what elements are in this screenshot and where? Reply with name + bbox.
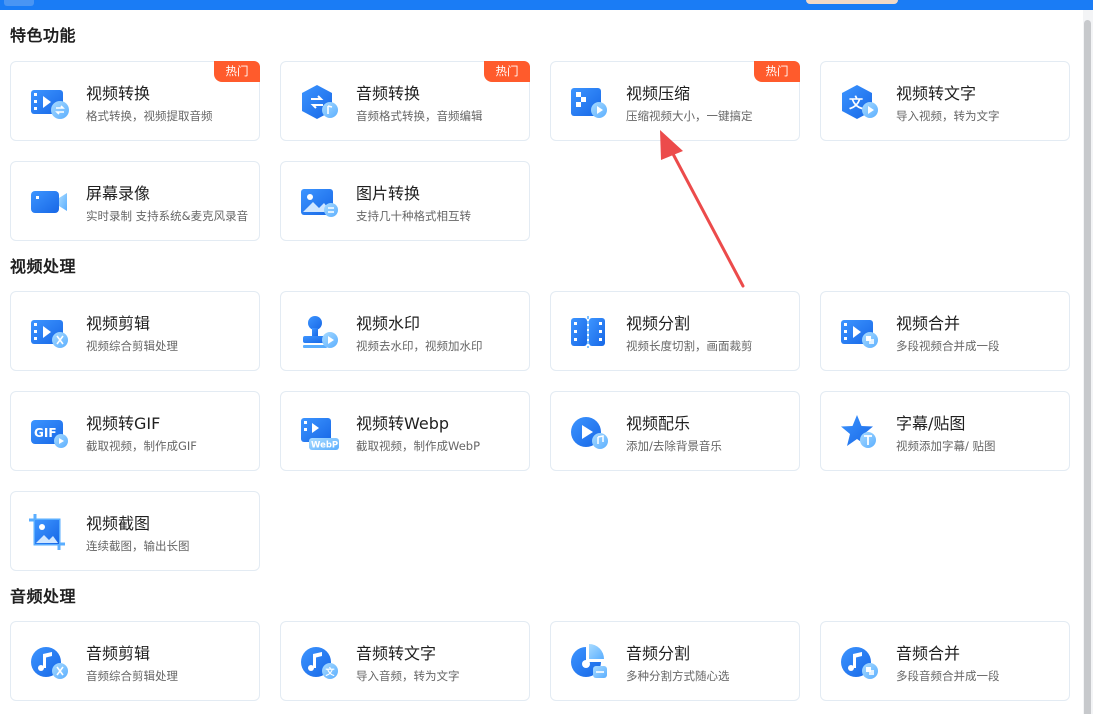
- title-bar-pill[interactable]: [806, 0, 898, 4]
- scrollbar-thumb[interactable]: [1084, 20, 1091, 714]
- card-desc: 添加/去除背景音乐: [626, 439, 722, 453]
- card-name: 视频配乐: [626, 414, 691, 433]
- card-name: 视频截图: [86, 514, 151, 533]
- card-video-gif[interactable]: GIF 视频转GIF 截取视频，制作成GIF: [10, 391, 260, 471]
- text-hexagon-icon: 文: [837, 82, 881, 122]
- card-video-convert[interactable]: 视频转换 格式转换，视频提取音频 热门: [10, 61, 260, 141]
- section-title-featured: 特色功能: [10, 26, 77, 45]
- card-video-music[interactable]: 视频配乐 添加/去除背景音乐: [550, 391, 800, 471]
- card-desc: 音频综合剪辑处理: [86, 669, 178, 683]
- camera-icon: [27, 182, 71, 222]
- card-desc: 视频添加字幕/ 贴图: [896, 439, 996, 453]
- card-name: 视频合并: [896, 314, 961, 333]
- card-name: 字幕/贴图: [896, 414, 966, 433]
- card-name: 图片转换: [356, 184, 421, 203]
- card-desc: 音频格式转换，音频编辑: [356, 109, 483, 123]
- film-convert-icon: [27, 82, 71, 122]
- card-screen-record[interactable]: 屏幕录像 实时录制 支持系统&麦克风录音: [10, 161, 260, 241]
- card-name: 音频分割: [626, 644, 691, 663]
- card-image-convert[interactable]: 图片转换 支持几十种格式相互转: [280, 161, 530, 241]
- card-desc: 导入视频，转为文字: [896, 109, 1000, 123]
- music-text-icon: 文: [297, 642, 341, 682]
- image-icon: [297, 182, 341, 222]
- card-desc: 格式转换，视频提取音频: [86, 109, 213, 123]
- card-audio-merge[interactable]: 音频合并 多段音频合并成一段: [820, 621, 1070, 701]
- card-video-merge[interactable]: 视频合并 多段视频合并成一段: [820, 291, 1070, 371]
- card-desc: 多段视频合并成一段: [896, 339, 1000, 353]
- compress-icon: [567, 82, 611, 122]
- card-desc: 视频去水印，视频加水印: [356, 339, 483, 353]
- card-desc: 多种分割方式随心选: [626, 669, 730, 683]
- card-audio-split[interactable]: 音频分割 多种分割方式随心选: [550, 621, 800, 701]
- card-desc: 支持几十种格式相互转: [356, 209, 471, 223]
- card-name: 视频转Webp: [356, 414, 450, 433]
- svg-text:文: 文: [849, 95, 864, 112]
- star-text-icon: [837, 412, 881, 452]
- section-title-audio: 音频处理: [10, 587, 77, 606]
- title-bar-logo: [4, 0, 34, 6]
- card-name: 视频压缩: [626, 84, 691, 103]
- film-scissors-icon: [27, 312, 71, 352]
- section-title-video: 视频处理: [10, 257, 77, 276]
- card-name: 音频转换: [356, 84, 421, 103]
- card-desc: 视频长度切割，画面裁剪: [626, 339, 753, 353]
- card-name: 视频水印: [356, 314, 421, 333]
- card-name: 音频合并: [896, 644, 961, 663]
- card-desc: 压缩视频大小，一键搞定: [626, 109, 753, 123]
- hot-badge: 热门: [754, 61, 800, 82]
- card-audio-to-text[interactable]: 文 音频转文字 导入音频，转为文字: [280, 621, 530, 701]
- card-name: 屏幕录像: [86, 184, 151, 203]
- film-split-icon: [567, 312, 611, 352]
- hot-badge: 热门: [214, 61, 260, 82]
- card-desc: 截取视频，制作成WebP: [356, 439, 481, 453]
- svg-text:GIF: GIF: [34, 426, 57, 440]
- card-desc: 导入音频，转为文字: [356, 669, 460, 683]
- card-video-to-text[interactable]: 文 视频转文字 导入视频，转为文字: [820, 61, 1070, 141]
- card-name: 视频剪辑: [86, 314, 151, 333]
- scrollbar[interactable]: [1083, 10, 1093, 714]
- pie-split-icon: [567, 642, 611, 682]
- hot-badge: 热门: [484, 61, 530, 82]
- card-video-edit[interactable]: 视频剪辑 视频综合剪辑处理: [10, 291, 260, 371]
- card-name: 音频剪辑: [86, 644, 151, 663]
- card-audio-edit[interactable]: 音频剪辑 音频综合剪辑处理: [10, 621, 260, 701]
- card-name: 视频转换: [86, 84, 151, 103]
- card-video-webp[interactable]: WebP 视频转Webp 截取视频，制作成WebP: [280, 391, 530, 471]
- card-desc: 实时录制 支持系统&麦克风录音: [86, 209, 249, 223]
- card-video-split[interactable]: 视频分割 视频长度切割，画面裁剪: [550, 291, 800, 371]
- card-desc: 连续截图，输出长图: [86, 539, 190, 553]
- card-name: 视频转GIF: [86, 414, 161, 433]
- gif-icon: GIF: [27, 412, 71, 452]
- card-name: 视频转文字: [896, 84, 977, 103]
- card-video-watermark[interactable]: 视频水印 视频去水印，视频加水印: [280, 291, 530, 371]
- card-desc: 截取视频，制作成GIF: [86, 439, 197, 453]
- svg-text:文: 文: [325, 666, 336, 678]
- film-merge-icon: [837, 312, 881, 352]
- card-name: 音频转文字: [356, 644, 437, 663]
- hexagon-convert-icon: [297, 82, 341, 122]
- crop-image-icon: [27, 512, 71, 552]
- card-subtitle[interactable]: 字幕/贴图 视频添加字幕/ 贴图: [820, 391, 1070, 471]
- card-audio-convert[interactable]: 音频转换 音频格式转换，音频编辑 热门: [280, 61, 530, 141]
- stamp-icon: [297, 312, 341, 352]
- card-video-screenshot[interactable]: 视频截图 连续截图，输出长图: [10, 491, 260, 571]
- card-video-compress[interactable]: 视频压缩 压缩视频大小，一键搞定 热门: [550, 61, 800, 141]
- music-merge-icon: [837, 642, 881, 682]
- svg-text:WebP: WebP: [311, 441, 338, 451]
- play-music-icon: [567, 412, 611, 452]
- card-desc: 多段音频合并成一段: [896, 669, 1000, 683]
- title-bar: [0, 0, 1093, 10]
- card-name: 视频分割: [626, 314, 691, 333]
- music-scissors-icon: [27, 642, 71, 682]
- card-desc: 视频综合剪辑处理: [86, 339, 178, 353]
- webp-icon: WebP: [297, 412, 341, 452]
